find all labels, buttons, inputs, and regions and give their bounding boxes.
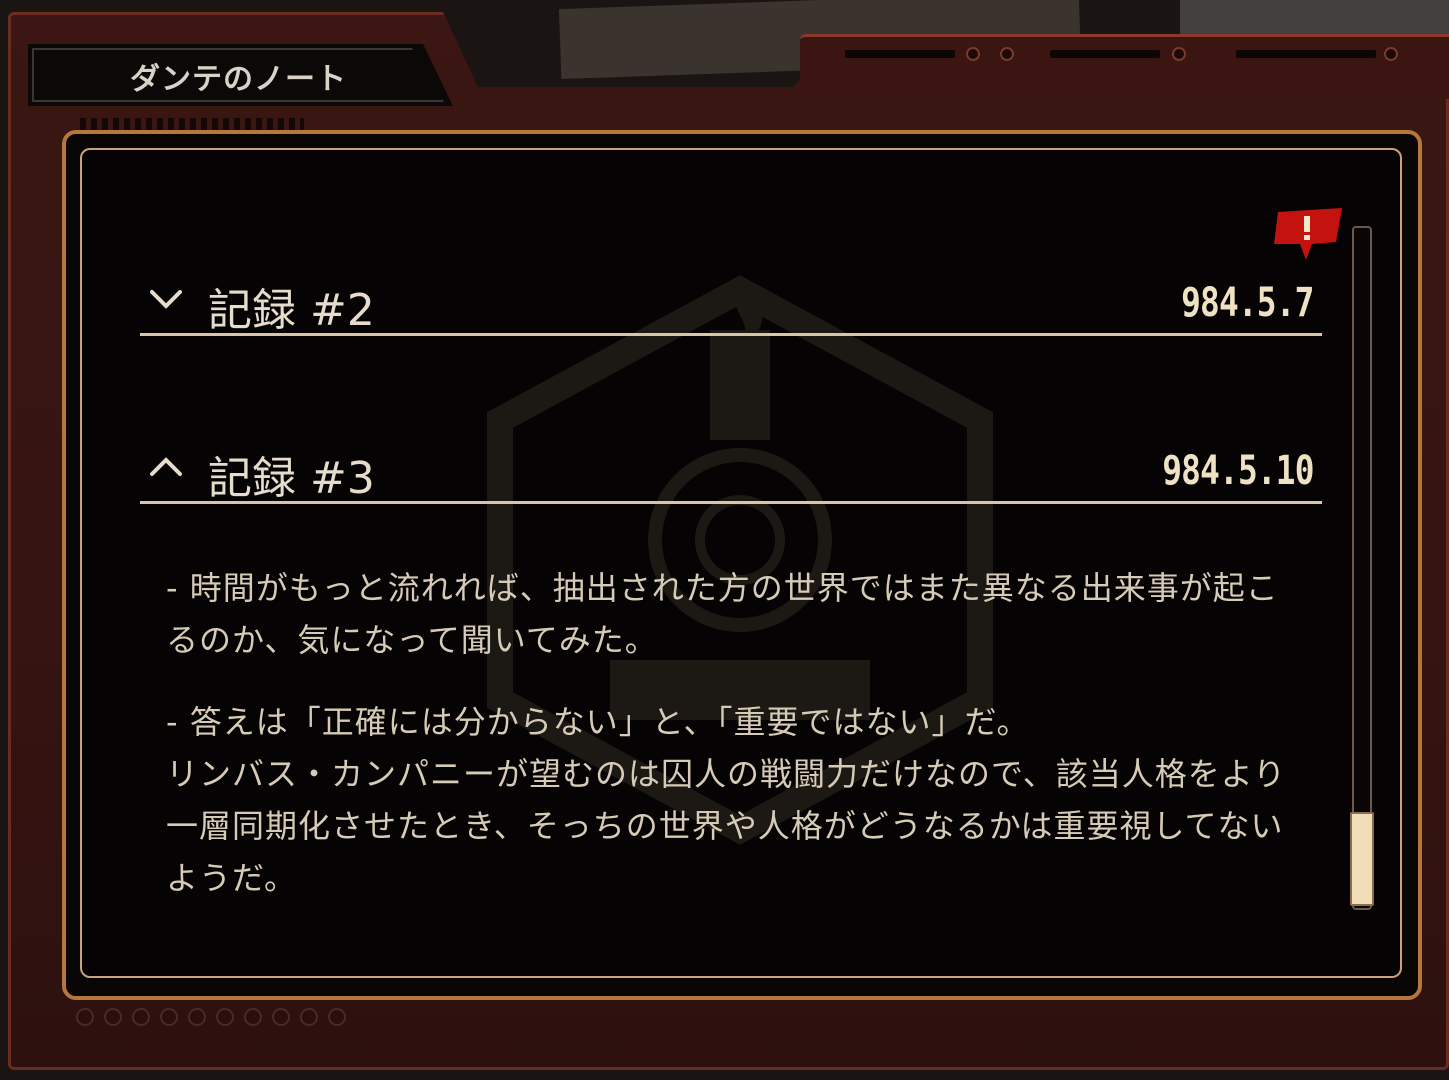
screw-decoration bbox=[966, 47, 980, 61]
entry-date: 984.5.10 bbox=[1162, 448, 1315, 494]
screw-decoration bbox=[1172, 47, 1186, 61]
entry-header-3[interactable]: 記録 #3 984.5.10 bbox=[140, 434, 1322, 504]
frame-slot bbox=[1050, 50, 1160, 58]
bottom-dot-decoration bbox=[76, 1008, 346, 1026]
entry-title: 記録 #3 bbox=[208, 453, 375, 504]
entry-paragraph: - 答えは「正確には分からない」と、「重要ではない」だ。 リンバス・カンパニーが… bbox=[166, 703, 1287, 897]
window-title: ダンテのノート bbox=[130, 62, 347, 97]
entry-date: 984.5.7 bbox=[1181, 280, 1315, 326]
frame-top-plate bbox=[800, 34, 1449, 99]
chevron-up-icon bbox=[150, 457, 182, 476]
scrollbar-track[interactable] bbox=[1352, 226, 1372, 910]
scrollbar-thumb[interactable] bbox=[1350, 812, 1374, 906]
entry-paragraph: - 時間がもっと流れれば、抽出された方の世界ではまた異なる出来事が起こるのか、気… bbox=[166, 569, 1279, 659]
alert-flag-icon bbox=[1274, 208, 1342, 260]
entry-header-2[interactable]: 記録 #2 984.5.7 bbox=[140, 266, 1322, 336]
chevron-down-icon bbox=[150, 290, 182, 309]
entry-divider bbox=[140, 501, 1322, 504]
frame-slot bbox=[845, 50, 955, 58]
entry-divider bbox=[140, 333, 1322, 336]
screw-decoration bbox=[1384, 47, 1398, 61]
entry-title: 記録 #2 bbox=[208, 285, 375, 336]
screw-decoration bbox=[1000, 47, 1014, 61]
frame-slot bbox=[1236, 50, 1376, 58]
